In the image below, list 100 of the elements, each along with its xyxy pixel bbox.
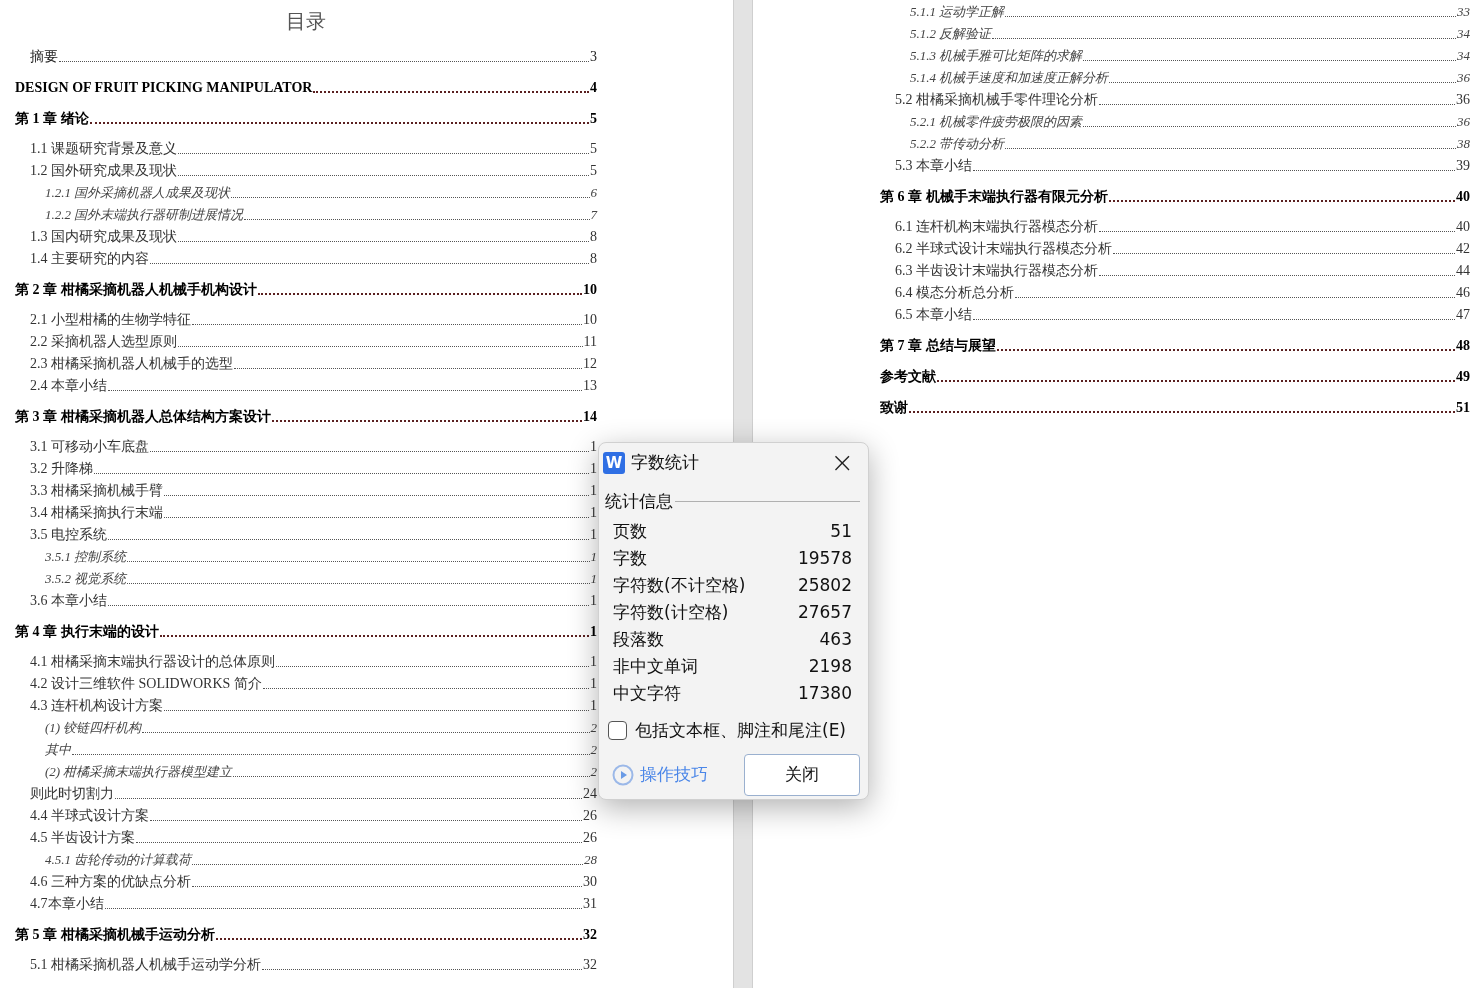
page-number: 48	[1456, 338, 1470, 354]
stat-value: 19578	[797, 547, 852, 571]
toc-entry[interactable]: 1.3 国内研究成果及现状	[30, 229, 177, 245]
page-number: 4	[590, 80, 597, 96]
toc-entry[interactable]: 摘要	[30, 49, 58, 65]
page-number: 1	[590, 698, 597, 714]
toc-entry[interactable]: 3.5.1 控制系统	[45, 549, 127, 565]
page-number: 1	[590, 527, 597, 543]
toc-entry[interactable]: 1.2.2 国外末端执行器研制进展情况	[45, 207, 244, 223]
toc-entry[interactable]: 5.1.2 反解验证	[910, 26, 992, 42]
toc-entry[interactable]: 6.5 本章小结	[895, 307, 972, 323]
toc-entry[interactable]: 1.2.1 国外采摘机器人成果及现状	[45, 185, 231, 201]
toc-entry[interactable]: 第 3 章 柑橘采摘机器人总体结构方案设计	[15, 409, 271, 425]
toc-entry[interactable]: 第 2 章 柑橘采摘机器人机械手机构设计	[15, 282, 257, 298]
toc-entry[interactable]: 5.2.2 带传动分析	[910, 136, 1005, 152]
page-number: 40	[1456, 219, 1470, 235]
page-number: 10	[583, 312, 597, 328]
page-number: 7	[590, 207, 597, 223]
toc-entry[interactable]: 5.1.1 运动学正解	[910, 4, 1005, 20]
page-number: 1	[590, 439, 597, 455]
toc-entry[interactable]: 5.3 本章小结	[895, 158, 972, 174]
toc-entry[interactable]: 致谢	[880, 400, 908, 416]
page-number: 36	[1457, 70, 1470, 86]
toc-entry[interactable]: 1.4 主要研究的内容	[30, 251, 149, 267]
toc-entry[interactable]: 5.2.1 机械零件疲劳极限的因素	[910, 114, 1083, 130]
toc-entry[interactable]: 4.4 半球式设计方案	[30, 808, 149, 824]
stat-value: 2198	[808, 655, 852, 679]
toc-entry[interactable]: 6.1 连杆机构末端执行器模态分析	[895, 219, 1098, 235]
toc-entry[interactable]: 3.3 柑橘采摘机械手臂	[30, 483, 163, 499]
page-number: 13	[583, 378, 597, 394]
page-number: 49	[1456, 369, 1470, 385]
page-number: 1	[590, 483, 597, 499]
page-number: 1	[590, 593, 597, 609]
page-number: 10	[583, 282, 597, 298]
toc-entry[interactable]: 2.4 本章小结	[30, 378, 107, 394]
play-icon[interactable]	[612, 764, 634, 786]
stat-label: 字符数(计空格)	[613, 601, 729, 625]
toc-entry[interactable]: 3.5 电控系统	[30, 527, 107, 543]
page-number: 1	[590, 654, 597, 670]
close-button[interactable]: ×	[830, 449, 854, 477]
page-number: 40	[1456, 189, 1470, 205]
page-number: 34	[1457, 26, 1470, 42]
page-number: 38	[1457, 136, 1470, 152]
toc-entry[interactable]: 2.2 采摘机器人选型原则	[30, 334, 177, 350]
toc-entry[interactable]: 4.7本章小结	[30, 896, 104, 912]
toc-entry[interactable]: 3.5.2 视觉系统	[45, 571, 127, 587]
page-number: 30	[583, 874, 597, 890]
page-number: 32	[583, 957, 597, 973]
toc-entry[interactable]: 4.5.1 齿轮传动的计算载荷	[45, 852, 192, 868]
dialog-title: 字数统计	[631, 451, 699, 475]
group-label: 统计信息	[605, 490, 673, 513]
toc-entry[interactable]: (2) 柑橘采摘末端执行器模型建立	[45, 764, 233, 780]
stat-value: 51	[830, 520, 852, 544]
toc-entry[interactable]: 3.6 本章小结	[30, 593, 107, 609]
toc-entry[interactable]: 1.1 课题研究背景及意义	[30, 141, 177, 157]
toc-entry[interactable]: 4.2 设计三维软件 SOLIDWORKS 简介	[30, 676, 262, 692]
toc-entry[interactable]: 第 1 章 绪论	[15, 111, 89, 127]
toc-entry[interactable]: 5.2 柑橘采摘机械手零件理论分析	[895, 92, 1098, 108]
checkbox[interactable]	[608, 720, 627, 740]
toc-entry[interactable]: 则此时切割力	[30, 786, 114, 802]
page-number: 51	[1456, 400, 1470, 416]
toc-entry[interactable]: 3.2 升降梯	[30, 461, 93, 477]
stat-label: 字数	[613, 547, 647, 571]
toc-entry[interactable]: 第 4 章 执行末端的设计	[15, 624, 159, 640]
page-number: 1	[590, 505, 597, 521]
toc-entry[interactable]: 第 7 章 总结与展望	[880, 338, 996, 354]
toc-entry[interactable]: 参考文献	[880, 369, 936, 385]
stat-value: 27657	[797, 601, 852, 625]
toc-entry[interactable]: 5.1.4 机械手速度和加速度正解分析	[910, 70, 1109, 86]
page-number: 1	[590, 624, 597, 640]
page-number: 1	[590, 571, 597, 587]
page-number: 6	[590, 185, 597, 201]
toc-entry[interactable]: 6.4 模态分析总分析	[895, 285, 1014, 301]
toc-entry[interactable]: DESIGN OF FRUIT PICKING MANIPULATOR	[15, 80, 313, 96]
toc-entry[interactable]: 4.5 半齿设计方案	[30, 830, 135, 846]
page-number: 12	[583, 356, 597, 372]
toc-entry[interactable]: 6.2 半球式设计末端执行器模态分析	[895, 241, 1112, 257]
page-number: 5	[590, 141, 597, 157]
toc-entry[interactable]: 5.1 柑橘采摘机器人机械手运动学分析	[30, 957, 261, 973]
toc-entry[interactable]: 3.1 可移动小车底盘	[30, 439, 149, 455]
page-number: 3	[590, 49, 597, 65]
toc-entry[interactable]: 4.1 柑橘采摘末端执行器设计的总体原则	[30, 654, 275, 670]
toc-entry[interactable]: 2.1 小型柑橘的生物学特征	[30, 312, 191, 328]
toc-entry[interactable]: 4.3 连杆机构设计方案	[30, 698, 163, 714]
toc-entry[interactable]: 2.3 柑橘采摘机器人机械手的选型	[30, 356, 233, 372]
toc-entry[interactable]: 其中	[45, 742, 71, 758]
toc-entry[interactable]: (1) 铰链四杆机构	[45, 720, 142, 736]
toc-entry[interactable]: 第 6 章 机械手末端执行器有限元分析	[880, 189, 1108, 205]
toc-title: 目录	[286, 9, 326, 33]
toc-entry[interactable]: 4.6 三种方案的优缺点分析	[30, 874, 191, 890]
close-dialog-button[interactable]: 关闭	[744, 754, 860, 796]
toc-entry[interactable]: 第 5 章 柑橘采摘机械手运动分析	[15, 927, 215, 943]
page-number: 36	[1456, 92, 1470, 108]
toc-entry[interactable]: 6.3 半齿设计末端执行器模态分析	[895, 263, 1098, 279]
toc-entry[interactable]: 5.1.3 机械手雅可比矩阵的求解	[910, 48, 1083, 64]
page-number: 5	[590, 163, 597, 179]
toc-entry[interactable]: 3.4 柑橘采摘执行末端	[30, 505, 163, 521]
toc-entry[interactable]: 1.2 国外研究成果及现状	[30, 163, 177, 179]
checkbox-label[interactable]: 包括文本框、脚注和尾注(E)	[635, 717, 846, 743]
page-number: 33	[1457, 4, 1470, 20]
